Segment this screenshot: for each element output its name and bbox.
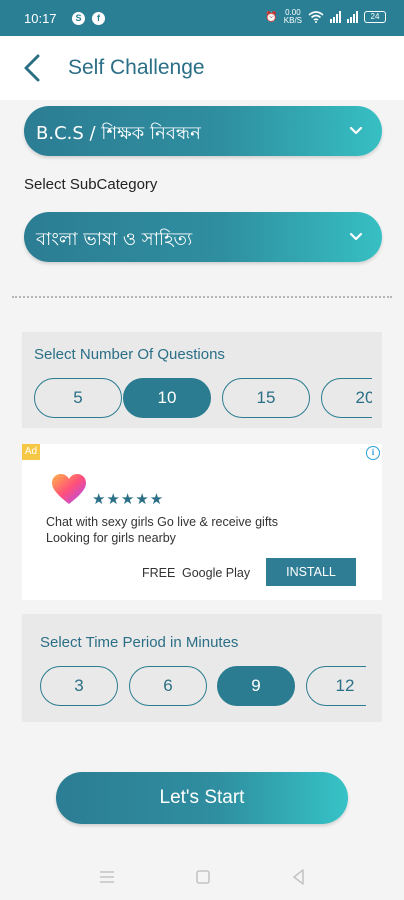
alarm-icon: ⏰ bbox=[265, 11, 278, 23]
back-button[interactable] bbox=[16, 50, 52, 86]
system-nav-bar bbox=[0, 852, 404, 900]
ad-store: Google Play bbox=[182, 566, 251, 580]
app-bar: Self Challenge bbox=[0, 36, 404, 100]
ad-line-1: Chat with sexy girls Go live & receive g… bbox=[46, 515, 279, 529]
back-nav-icon[interactable] bbox=[288, 866, 310, 888]
subcategory-label: Select SubCategory bbox=[24, 176, 158, 193]
ad-price: FREE bbox=[142, 566, 176, 580]
time-option-3[interactable]: 3 bbox=[40, 666, 118, 706]
time-period-options: 3 6 9 12 bbox=[40, 666, 366, 708]
ad-banner[interactable]: Ad i ★★★★★ Chat with sexy girls Go live … bbox=[22, 444, 382, 600]
time-option-9[interactable]: 9 bbox=[217, 666, 295, 706]
skype-icon: S bbox=[72, 12, 85, 25]
page-title: Self Challenge bbox=[68, 56, 205, 79]
ad-badge: Ad bbox=[22, 444, 40, 460]
question-option-5[interactable]: 5 bbox=[34, 378, 122, 418]
time-option-12[interactable]: 12 bbox=[306, 666, 366, 706]
net-speed-unit: KB/S bbox=[283, 16, 302, 25]
category-selected: B.C.S / শিক্ষক নিবন্ধন bbox=[36, 123, 201, 144]
subcategory-dropdown[interactable]: বাংলা ভাষা ও সাহিত্য bbox=[24, 212, 382, 262]
ad-line-2: Looking for girls nearby bbox=[46, 531, 176, 545]
facebook-icon: f bbox=[92, 12, 105, 25]
home-icon[interactable] bbox=[192, 866, 214, 888]
question-option-15[interactable]: 15 bbox=[222, 378, 310, 418]
rating-stars: ★★★★★ bbox=[92, 490, 165, 508]
signal-icon bbox=[330, 11, 341, 23]
net-speed: 0.00 KB/S bbox=[284, 9, 302, 25]
chevron-down-icon bbox=[349, 232, 363, 241]
wifi-icon bbox=[308, 11, 324, 23]
status-bar: 10:17 S f ⏰ 0.00 KB/S 24 bbox=[0, 0, 404, 36]
question-option-10[interactable]: 10 bbox=[123, 378, 211, 418]
signal-icon-2 bbox=[347, 11, 358, 23]
install-button[interactable]: INSTALL bbox=[266, 558, 356, 586]
heart-logo-icon bbox=[52, 474, 86, 504]
menu-icon[interactable] bbox=[96, 866, 118, 888]
start-button[interactable]: Let's Start bbox=[56, 772, 348, 824]
section-divider bbox=[12, 296, 392, 298]
battery-icon: 24 bbox=[364, 11, 386, 23]
ad-description: Chat with sexy girls Go live & receive g… bbox=[46, 514, 278, 546]
info-icon[interactable]: i bbox=[366, 446, 380, 460]
time-period-title: Select Time Period in Minutes bbox=[40, 634, 239, 651]
time-option-6[interactable]: 6 bbox=[129, 666, 207, 706]
questions-panel: Select Number Of Questions 5 10 15 20 bbox=[22, 332, 382, 428]
questions-title: Select Number Of Questions bbox=[34, 346, 225, 363]
back-arrow-icon bbox=[24, 54, 40, 82]
subcategory-selected: বাংলা ভাষা ও সাহিত্য bbox=[36, 229, 193, 250]
clock: 10:17 bbox=[24, 11, 57, 26]
questions-options: 5 10 15 20 bbox=[34, 378, 372, 420]
chevron-down-icon bbox=[349, 126, 363, 135]
category-dropdown[interactable]: B.C.S / শিক্ষক নিবন্ধন bbox=[24, 106, 382, 156]
time-period-panel: Select Time Period in Minutes 3 6 9 12 bbox=[22, 614, 382, 722]
question-option-20[interactable]: 20 bbox=[321, 378, 372, 418]
